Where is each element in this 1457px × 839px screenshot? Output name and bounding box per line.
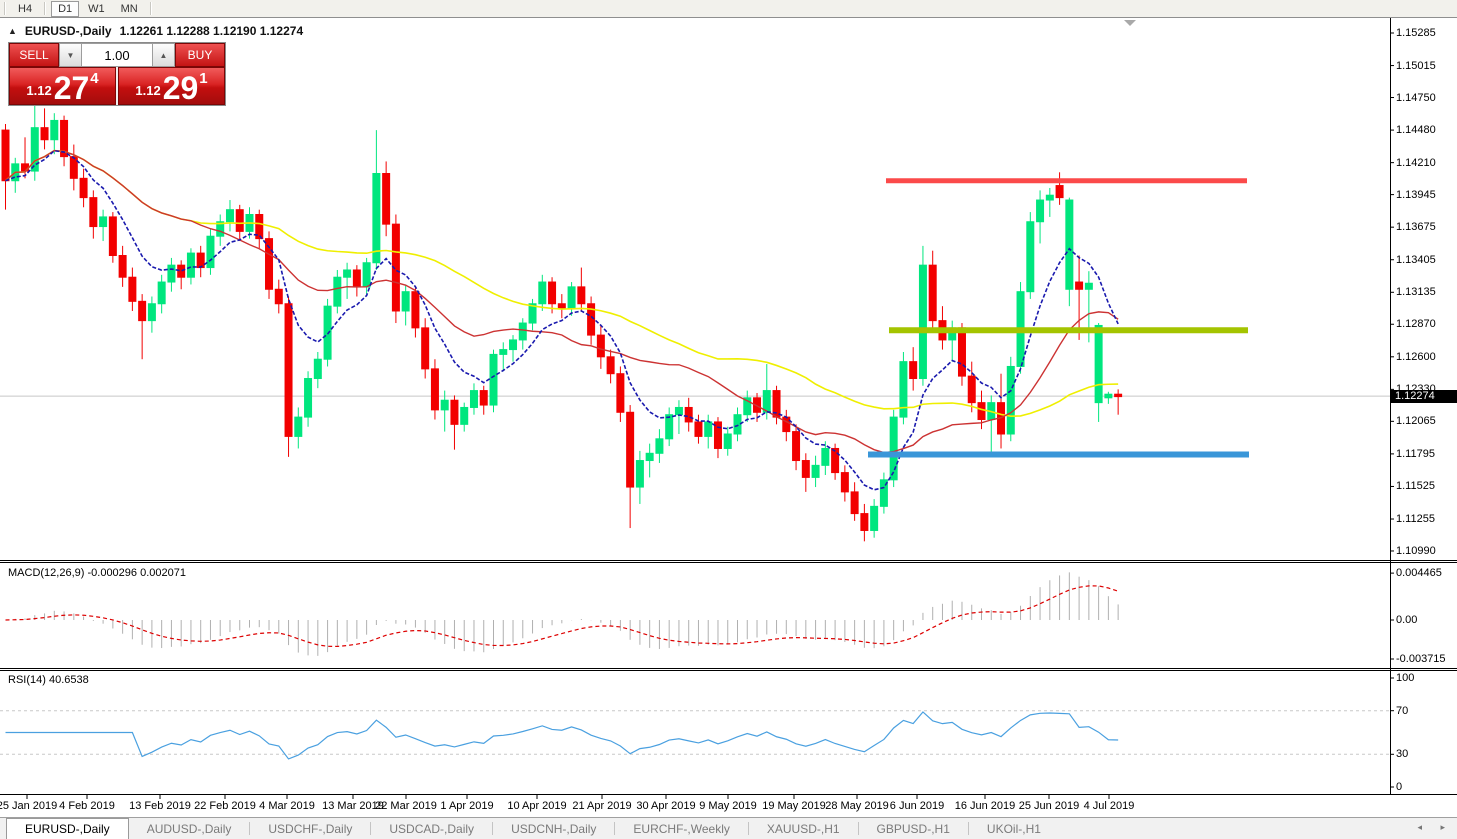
rsi-layer [0,711,1390,759]
sell-button[interactable]: SELL [9,43,59,67]
buy-price-pip: 1 [199,70,207,87]
axis-ticks [27,33,1394,799]
sell-price-button[interactable]: 1.12 27 4 [9,67,116,105]
ohlc-values: 1.12261 1.12288 1.12190 1.12274 [120,24,304,38]
rsi-label: RSI(14) 40.6538 [8,674,89,686]
chart-header: ▲ EURUSD-,Daily 1.12261 1.12288 1.12190 … [8,24,303,38]
toolbar-separator [150,2,152,15]
toolbar-separator [44,2,46,15]
current-price-tag: 1.12274 [1391,390,1457,403]
toolbar-separator [4,2,6,15]
buy-price-prefix: 1.12 [135,83,160,98]
timeframe-toolbar: H4 D1W1MN [0,0,1457,18]
candles-layer [2,104,1122,542]
chevron-up-icon: ▲ [160,51,168,60]
timeframe-button-mn[interactable]: MN [114,1,145,17]
shift-marker [1124,20,1136,26]
pane-frames [0,18,1457,795]
volume-increase-button[interactable]: ▲ [152,43,175,67]
timeframe-button-d1[interactable]: D1 [51,1,79,17]
one-click-trading-panel: SELL ▼ 1.00 ▲ BUY 1.12 27 4 1.12 29 1 [8,42,226,106]
volume-input[interactable]: 1.00 [82,43,152,67]
sell-price-main: 27 [54,75,90,101]
timeframe-button-w1[interactable]: W1 [81,1,112,17]
sell-price-prefix: 1.12 [26,83,51,98]
buy-price-button[interactable]: 1.12 29 1 [118,67,225,105]
chevron-down-icon: ▼ [67,51,75,60]
collapse-panel-icon[interactable]: ▲ [8,26,17,36]
symbol-title: EURUSD-,Daily [25,24,112,38]
moving-averages-layer [6,151,1119,490]
buy-button[interactable]: BUY [175,43,225,67]
sell-price-pip: 4 [90,70,98,87]
macd-label: MACD(12,26,9) -0.000296 0.002071 [8,567,186,579]
timeframe-button-h4[interactable]: H4 [11,1,39,17]
chart-shift-marker [1124,20,1136,26]
buy-price-main: 29 [163,75,199,101]
chart-canvas[interactable] [0,0,1457,838]
mt4-window: H4 D1W1MN ▲ EURUSD-,Daily 1.12261 1.12288… [0,0,1457,838]
macd-layer [6,572,1119,655]
volume-decrease-button[interactable]: ▼ [59,43,82,67]
